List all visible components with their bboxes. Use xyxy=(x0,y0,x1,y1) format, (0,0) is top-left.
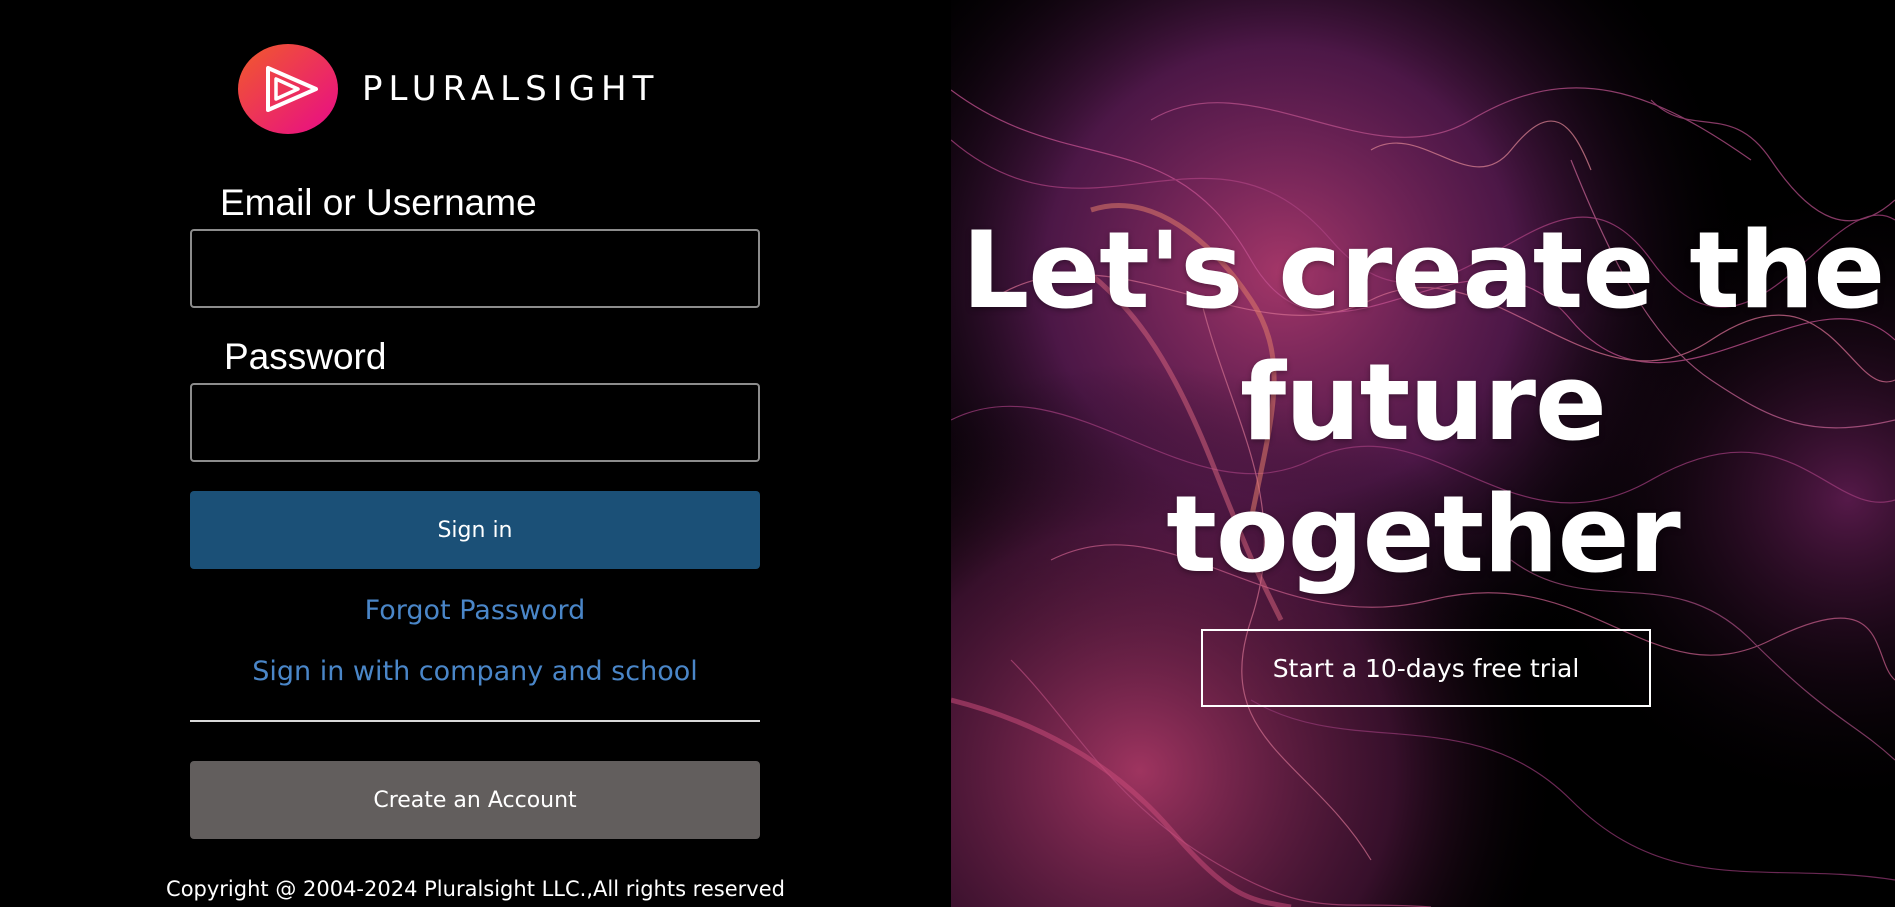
brand-logo[interactable]: PLURALSIGHT xyxy=(238,44,659,134)
copyright-text: Copyright @ 2004-2024 Pluralsight LLC.,A… xyxy=(166,877,785,901)
password-field[interactable] xyxy=(190,383,760,462)
free-trial-button[interactable]: Start a 10-days free trial xyxy=(1201,629,1651,707)
hero-headline: Let's create the future together xyxy=(951,205,1895,601)
headline-line-2: future xyxy=(1240,341,1607,464)
play-triangle-logo-icon xyxy=(238,44,338,134)
forgot-password-link[interactable]: Forgot Password xyxy=(190,595,760,626)
headline-line-1: Let's create the xyxy=(961,209,1886,332)
brand-name: PLURALSIGHT xyxy=(362,69,660,109)
sign-in-button[interactable]: Sign in xyxy=(190,491,760,569)
hero-panel: Let's create the future together Start a… xyxy=(951,0,1895,907)
divider xyxy=(190,720,760,722)
email-label: Email or Username xyxy=(220,182,537,223)
login-panel: PLURALSIGHT Email or Username Password S… xyxy=(0,0,951,907)
login-page: PLURALSIGHT Email or Username Password S… xyxy=(0,0,1895,907)
headline-line-3: together xyxy=(1166,473,1681,596)
password-label: Password xyxy=(224,336,387,377)
company-sign-in-link[interactable]: Sign in with company and school xyxy=(190,656,760,687)
email-field[interactable] xyxy=(190,229,760,308)
create-account-button[interactable]: Create an Account xyxy=(190,761,760,839)
